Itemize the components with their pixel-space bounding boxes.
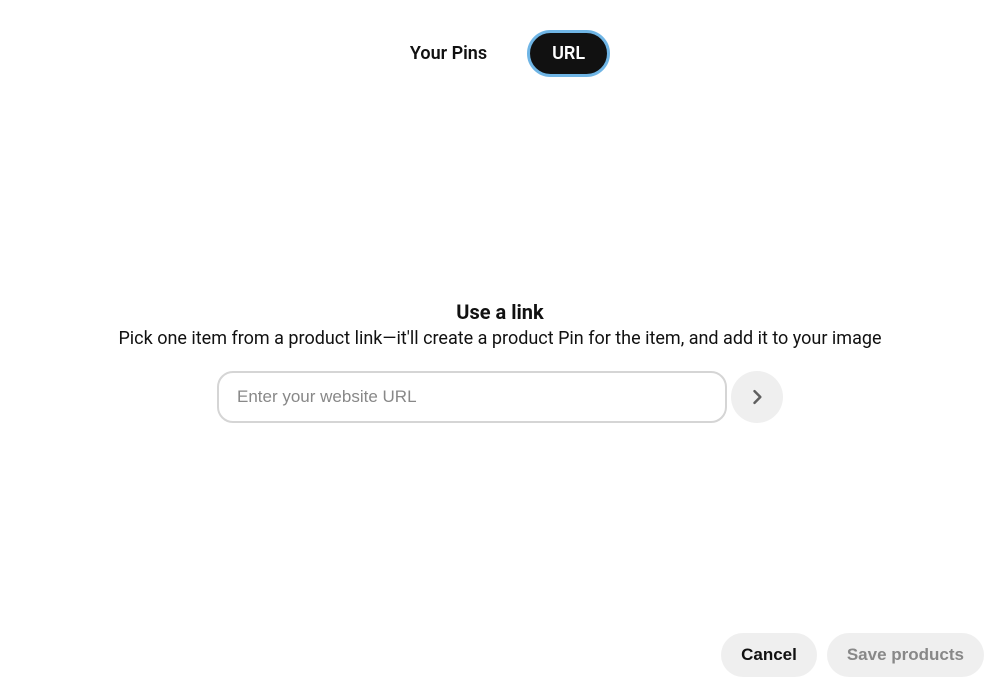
- main-content: Use a link Pick one item from a product …: [0, 300, 1000, 423]
- tab-url[interactable]: URL: [527, 30, 610, 77]
- url-input-row: [217, 371, 783, 423]
- footer-buttons: Cancel Save products: [721, 633, 984, 677]
- cancel-button[interactable]: Cancel: [721, 633, 817, 677]
- chevron-right-icon: [747, 387, 767, 407]
- tabs-container: Your Pins URL: [0, 0, 1000, 77]
- save-products-button[interactable]: Save products: [827, 633, 984, 677]
- submit-url-button[interactable]: [731, 371, 783, 423]
- tab-your-pins[interactable]: Your Pins: [390, 31, 507, 76]
- use-link-heading: Use a link: [456, 300, 543, 324]
- url-input[interactable]: [217, 371, 727, 423]
- use-link-subheading: Pick one item from a product link—it'll …: [118, 328, 881, 349]
